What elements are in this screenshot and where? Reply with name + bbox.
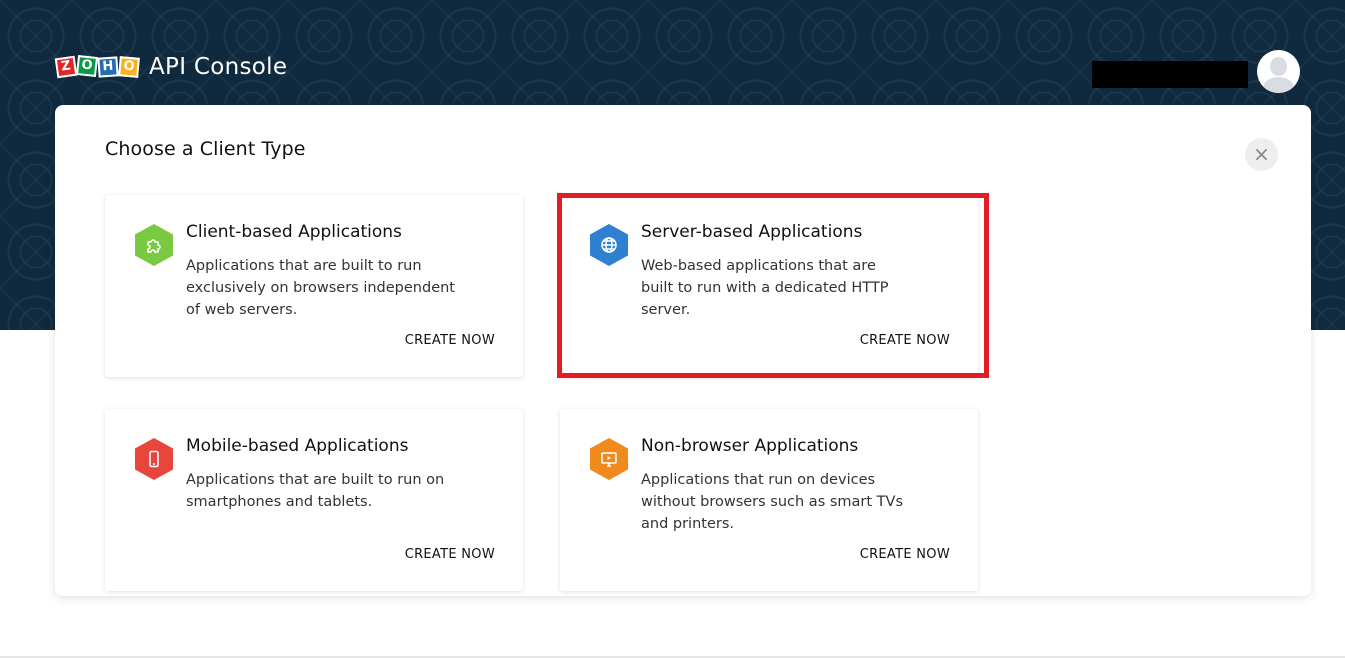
puzzle-icon: [135, 224, 173, 266]
monitor-icon: [590, 438, 628, 480]
card-description: Applications that are built to run on sm…: [186, 472, 445, 510]
card-description: Web-based applications that are built to…: [641, 258, 889, 318]
mobile-based-card[interactable]: Mobile-based Applications Applications t…: [105, 409, 523, 591]
client-type-modal: Choose a Client Type × Client-based Appl…: [55, 105, 1311, 596]
logo-letter-o: O: [76, 55, 98, 77]
close-button[interactable]: ×: [1245, 138, 1278, 171]
card-title: Client-based Applications: [186, 222, 402, 242]
create-now-button[interactable]: CREATE NOW: [860, 333, 950, 348]
create-now-button[interactable]: CREATE NOW: [860, 547, 950, 562]
card-description: Applications that run on devices without…: [641, 472, 904, 532]
client-based-card[interactable]: Client-based Applications Applications t…: [105, 195, 523, 377]
card-description: Applications that are built to run exclu…: [186, 258, 455, 318]
card-title: Mobile-based Applications: [186, 436, 409, 456]
create-now-button[interactable]: CREATE NOW: [405, 333, 495, 348]
server-based-card[interactable]: Server-based Applications Web-based appl…: [560, 195, 978, 377]
zoho-logo-mark: Z O H O: [54, 55, 140, 79]
create-now-button[interactable]: CREATE NOW: [405, 547, 495, 562]
modal-title: Choose a Client Type: [105, 138, 306, 160]
logo-letter-o2: O: [118, 56, 140, 78]
logo-letter-h: H: [97, 56, 119, 78]
app-title: API Console: [149, 54, 288, 80]
logo-letter-z: Z: [54, 55, 78, 79]
card-title: Non-browser Applications: [641, 436, 859, 456]
card-title: Server-based Applications: [641, 222, 863, 242]
redacted-username: [1092, 61, 1248, 88]
non-browser-card[interactable]: Non-browser Applications Applications th…: [560, 409, 978, 591]
smartphone-icon: [135, 438, 173, 480]
globe-icon: [590, 224, 628, 266]
user-avatar[interactable]: [1257, 50, 1300, 93]
zoho-logo[interactable]: Z O H O API Console: [54, 54, 288, 80]
